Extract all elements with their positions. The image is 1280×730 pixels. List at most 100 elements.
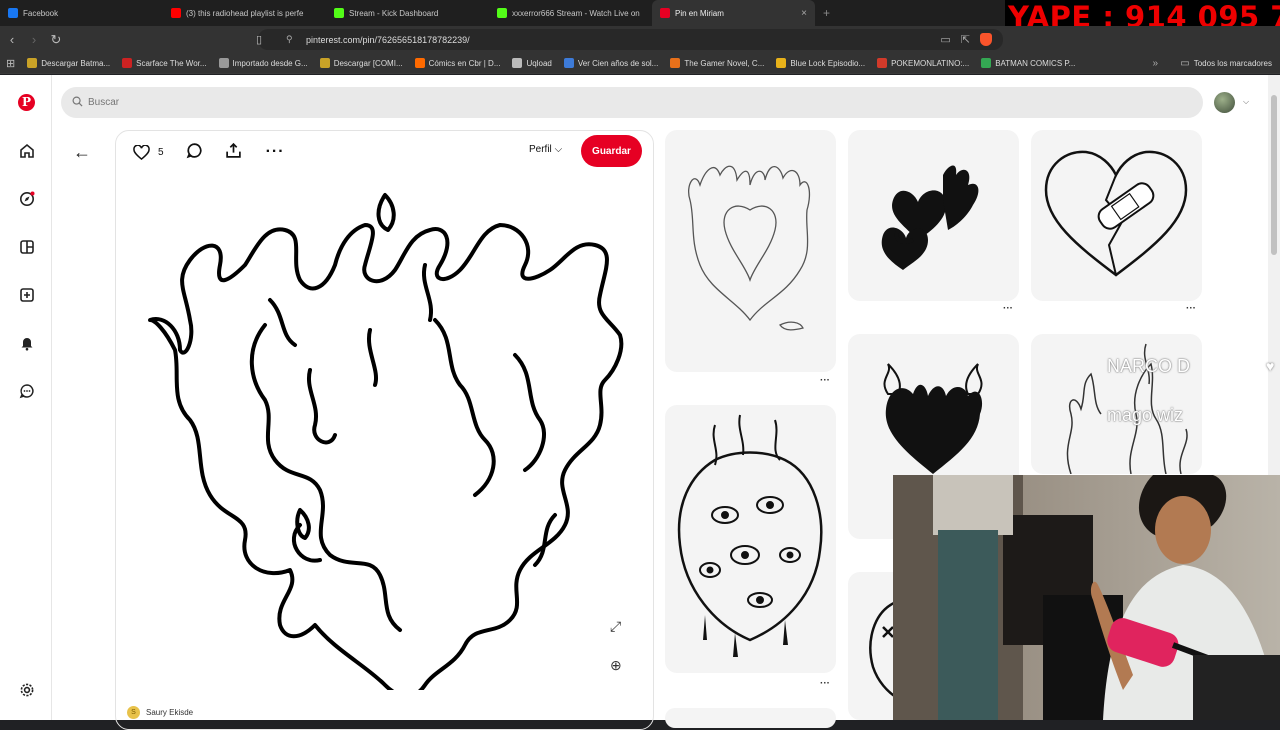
pinterest-logo-icon[interactable]: P — [18, 94, 35, 111]
bookmark-item[interactable]: Descargar Batma... — [21, 58, 116, 68]
home-icon[interactable] — [18, 142, 35, 159]
browser-tab[interactable]: Pin en Miriam × — [652, 0, 815, 26]
broken-heart-bandage-image — [1044, 150, 1188, 277]
tab-label: Stream - Kick Dashboard — [349, 8, 439, 18]
tab-list: Facebook (3) this radiohead playlist is p… — [0, 0, 815, 26]
bookmark-list: Descargar Batma... Scarface The Wor... Imp… — [21, 58, 1081, 68]
share-icon[interactable] — [225, 142, 242, 162]
bookmark-item[interactable]: Scarface The Wor... — [116, 58, 212, 68]
browser-tab[interactable]: Facebook — [0, 0, 163, 26]
bookmark-item[interactable]: Importado desde G... — [213, 58, 314, 68]
related-pin-card[interactable] — [1031, 334, 1202, 474]
site-info-icon[interactable]: ⚲ — [286, 34, 293, 45]
bookmark-favicon-icon — [319, 58, 330, 68]
bookmark-item[interactable]: Cómics en Cbr | D... — [409, 58, 507, 68]
related-pin-card[interactable] — [665, 130, 836, 372]
bookmark-label: Ver Cien años de sol... — [577, 58, 659, 68]
close-tab-icon[interactable]: × — [801, 8, 807, 19]
bookmark-label: Descargar Batma... — [41, 58, 111, 68]
stream-overlay-text: NARCO D — [1107, 356, 1191, 376]
more-options-icon[interactable]: ··· — [266, 143, 285, 161]
bookmark-label: Descargar [COMI... — [333, 58, 403, 68]
notifications-icon[interactable] — [18, 334, 35, 351]
bookmark-label: Scarface The Wor... — [136, 58, 207, 68]
save-button[interactable]: Guardar — [581, 135, 642, 167]
boards-icon[interactable] — [18, 238, 35, 255]
pin-actions: 5 ··· — [133, 142, 285, 162]
apps-grid-icon[interactable]: ⊞ — [0, 57, 21, 70]
settings-icon[interactable] — [18, 681, 35, 698]
related-pin-card[interactable] — [848, 130, 1019, 301]
related-pin-card[interactable] — [665, 708, 836, 728]
bookmark-item[interactable]: BATMAN COMICS P... — [975, 58, 1081, 68]
more-options-icon[interactable]: ··· — [1186, 303, 1196, 314]
bookmark-label: The Gamer Novel, C... — [684, 58, 765, 68]
explore-icon[interactable] — [18, 190, 35, 207]
bookmark-label: BATMAN COMICS P... — [995, 58, 1076, 68]
chevron-down-icon[interactable]: ⌵ — [1243, 97, 1249, 107]
profile-dropdown[interactable]: Perfil ⌵ — [529, 144, 562, 155]
bookmark-favicon-icon — [218, 58, 229, 68]
tab-favicon-icon — [171, 8, 181, 18]
more-bookmarks-icon[interactable]: » — [1152, 58, 1158, 69]
all-bookmarks-folder[interactable]: ▭ Todos los marcadores — [1180, 58, 1272, 69]
stream-overlay-subtext: mago wiz — [1107, 405, 1184, 425]
related-pin-card[interactable] — [1031, 130, 1202, 301]
back-arrow-icon[interactable]: ‹ — [2, 32, 22, 47]
bookmark-item[interactable]: The Gamer Novel, C... — [664, 58, 770, 68]
comment-icon[interactable] — [186, 142, 203, 162]
flaming-heart-pin-image[interactable] — [135, 170, 635, 690]
tab-favicon-icon — [8, 8, 18, 18]
brave-shield-icon[interactable] — [980, 33, 992, 46]
all-bookmarks-label: Todos los marcadores — [1193, 58, 1272, 68]
expand-icon[interactable]: ⤢ — [610, 618, 621, 635]
heart-icon — [133, 144, 150, 160]
flame-heart-outline-image — [688, 165, 811, 331]
browser-tab[interactable]: xxxerror666 Stream - Watch Live on — [489, 0, 652, 26]
bookmark-item[interactable]: Blue Lock Episodio... — [770, 58, 871, 68]
visual-search-icon[interactable]: ⊕ — [610, 657, 622, 674]
browser-tab[interactable]: Stream - Kick Dashboard — [326, 0, 489, 26]
bookmark-favicon-icon — [670, 58, 681, 68]
tab-label: Pin en Miriam — [675, 8, 724, 18]
share-icon[interactable]: ⇱ — [961, 33, 970, 46]
bookmark-label: Cómics en Cbr | D... — [428, 58, 501, 68]
bookmark-label: Blue Lock Episodio... — [790, 58, 866, 68]
forward-arrow-icon[interactable]: › — [24, 32, 44, 47]
messages-icon[interactable] — [18, 382, 35, 399]
more-options-icon[interactable]: ··· — [1003, 303, 1013, 314]
bookmark-favicon-icon — [512, 58, 523, 68]
bookmark-favicon-icon — [122, 58, 133, 68]
like-count: 5 — [158, 146, 164, 158]
new-tab-icon[interactable]: + — [823, 6, 830, 20]
reload-icon[interactable]: ↻ — [46, 32, 66, 48]
webcam-feed-image — [893, 475, 1280, 720]
bookmark-favicon-icon — [877, 58, 888, 68]
like-button[interactable]: 5 — [133, 144, 164, 160]
webcam-overlay — [893, 475, 1280, 720]
cast-icon[interactable]: ▭ — [940, 33, 950, 46]
avatar[interactable] — [1214, 92, 1235, 113]
bookmark-favicon-icon — [563, 58, 574, 68]
url-field[interactable]: ▯ ⚲ pinterest.com/pin/762656518178782239… — [256, 29, 1003, 50]
bookmark-item[interactable]: Ver Cien años de sol... — [558, 58, 665, 68]
bookmark-icon[interactable]: ▯ — [256, 33, 262, 46]
chevron-down-icon: ⌵ — [554, 144, 563, 155]
back-arrow-icon[interactable]: ← — [73, 142, 91, 163]
pin-author[interactable]: S Saury Ekisde — [127, 706, 193, 719]
bookmark-label: POKEMONLATINO:... — [891, 58, 970, 68]
related-pin-card[interactable] — [665, 405, 836, 673]
url-actions: ▭ ⇱ — [940, 33, 992, 46]
create-icon[interactable] — [18, 286, 35, 303]
more-options-icon[interactable]: ··· — [820, 678, 830, 689]
browser-tab[interactable]: (3) this radiohead playlist is perfe — [163, 0, 326, 26]
bookmark-item[interactable]: POKEMONLATINO:... — [871, 58, 975, 68]
search-input[interactable]: Buscar — [61, 87, 1203, 118]
more-options-icon[interactable]: ··· — [820, 375, 830, 386]
tab-favicon-icon — [334, 8, 344, 18]
bookmark-item[interactable]: Descargar [COMI... — [314, 58, 409, 68]
bookmark-item[interactable]: Uqload — [506, 58, 557, 68]
bookmark-favicon-icon — [776, 58, 787, 68]
tab-favicon-icon — [660, 8, 670, 18]
heart-icon: ♥ — [1266, 358, 1275, 374]
